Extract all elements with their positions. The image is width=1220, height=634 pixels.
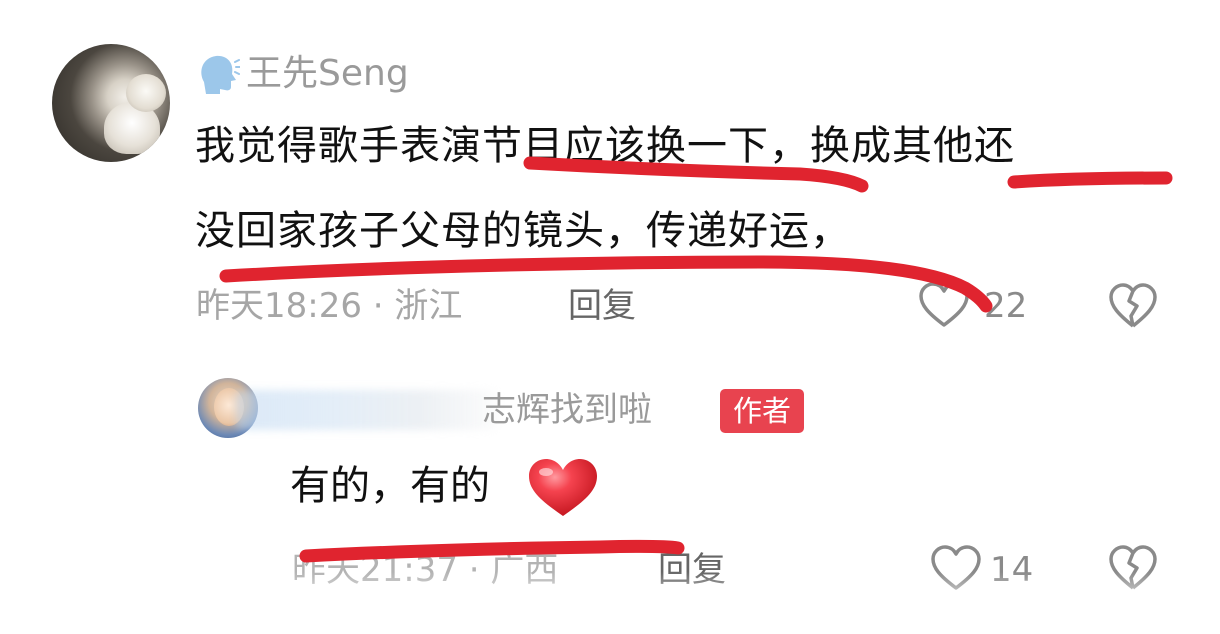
author-badge: 作者 [720, 389, 805, 433]
blurred-username-mask [236, 390, 498, 430]
reply-text: 有的，有的 [290, 463, 490, 509]
reply-button[interactable]: 回复 [568, 284, 636, 328]
heart-outline-icon[interactable] [918, 281, 970, 329]
red-heart-icon [529, 459, 597, 516]
bottom-fade [0, 572, 1220, 634]
underline-stroke-2 [1007, 171, 1173, 189]
reply-author-username[interactable]: 志辉找到啦 [482, 388, 652, 432]
like-count: 22 [984, 286, 1028, 326]
broken-heart-icon[interactable] [1108, 282, 1158, 330]
comment-text-line-1: 我觉得歌手表演节目应该换一下，换成其他还 [195, 123, 1015, 169]
avatar-cat-head [126, 74, 166, 112]
comment-meta: 昨天18:26 · 浙江 [196, 286, 463, 326]
comment-text-line-2: 没回家孩子父母的镜头，传递好运， [195, 208, 851, 254]
commenter-avatar[interactable] [52, 44, 170, 162]
commenter-username[interactable]: 王先Seng [246, 50, 409, 98]
speaking-head-icon [201, 55, 240, 94]
